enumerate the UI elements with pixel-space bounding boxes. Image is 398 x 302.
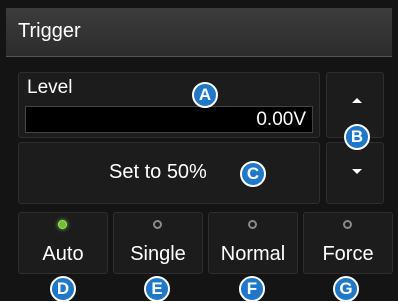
panel-title: Trigger xyxy=(18,20,81,42)
set-to-50-button[interactable]: Set to 50% xyxy=(18,142,320,204)
marker-e: E xyxy=(144,276,170,302)
marker-f: F xyxy=(239,276,265,302)
arrow-down-icon xyxy=(352,169,362,174)
mode-single-button[interactable]: Single xyxy=(113,212,203,274)
marker-c: C xyxy=(240,161,266,187)
title-bar: Trigger xyxy=(6,8,392,57)
mode-label: Force xyxy=(322,243,374,265)
marker-b: B xyxy=(344,124,370,150)
set-to-50-label: Set to 50% xyxy=(109,161,207,183)
trigger-panel: Trigger Level 0.00V Set to 50% Auto Sing… xyxy=(0,0,398,301)
mode-auto-button[interactable]: Auto xyxy=(18,212,108,274)
mode-label: Auto xyxy=(42,243,84,265)
level-down-button[interactable] xyxy=(326,142,384,204)
mode-normal-button[interactable]: Normal xyxy=(208,212,298,274)
level-control[interactable]: Level 0.00V xyxy=(18,72,320,138)
arrow-up-icon xyxy=(352,98,362,103)
led-indicator-icon xyxy=(58,220,67,229)
mode-force-button[interactable]: Force xyxy=(303,212,393,274)
mode-label: Single xyxy=(130,243,186,265)
mode-label: Normal xyxy=(220,243,286,265)
level-label: Level xyxy=(27,77,73,98)
level-value-field[interactable]: 0.00V xyxy=(25,106,313,133)
led-indicator-icon xyxy=(153,220,162,229)
led-indicator-icon xyxy=(343,220,352,229)
marker-d: D xyxy=(50,276,76,302)
marker-g: G xyxy=(333,276,359,302)
marker-a: A xyxy=(192,82,218,108)
led-indicator-icon xyxy=(248,220,257,229)
